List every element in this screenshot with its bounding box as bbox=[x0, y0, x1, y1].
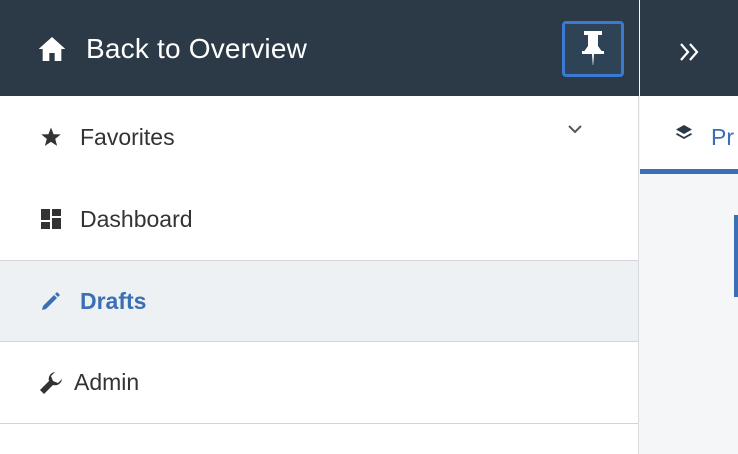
chevron-down-icon[interactable] bbox=[566, 120, 584, 138]
wrench-icon bbox=[38, 370, 64, 396]
sidebar-menu: Favorites Dashboard Drafts Admin bbox=[0, 96, 638, 424]
pencil-icon bbox=[38, 288, 64, 314]
sidebar-item-drafts[interactable]: Drafts bbox=[0, 260, 638, 342]
sidebar-item-label: Admin bbox=[74, 369, 140, 395]
sidebar-item-label: Dashboard bbox=[80, 205, 193, 232]
back-to-overview-link[interactable]: Back to Overview bbox=[36, 28, 307, 70]
sidebar-header: Back to Overview bbox=[0, 0, 639, 96]
sidebar-item-label: Drafts bbox=[80, 287, 147, 314]
tab-label: Pr bbox=[711, 124, 734, 150]
layers-icon bbox=[676, 124, 692, 139]
dashboard-icon bbox=[38, 206, 64, 232]
pushpin-icon bbox=[582, 31, 604, 65]
main-content bbox=[640, 174, 738, 454]
sidebar-item-admin[interactable]: Admin bbox=[0, 342, 638, 424]
pin-sidebar-button[interactable] bbox=[562, 21, 624, 77]
tab-main[interactable]: Pr bbox=[640, 96, 738, 174]
sidebar-item-favorites[interactable]: Favorites bbox=[0, 96, 638, 178]
star-icon bbox=[38, 124, 64, 150]
content-panel-edge bbox=[734, 215, 738, 297]
home-icon bbox=[38, 37, 66, 61]
sidebar-item-dashboard[interactable]: Dashboard bbox=[0, 178, 638, 260]
sidebar-item-label: Favorites bbox=[80, 123, 175, 150]
back-to-overview-label: Back to Overview bbox=[86, 33, 308, 64]
sidebar: Back to Overview Favorites Dashboard Dra… bbox=[0, 0, 639, 454]
double-chevron-right-icon[interactable] bbox=[676, 38, 704, 66]
